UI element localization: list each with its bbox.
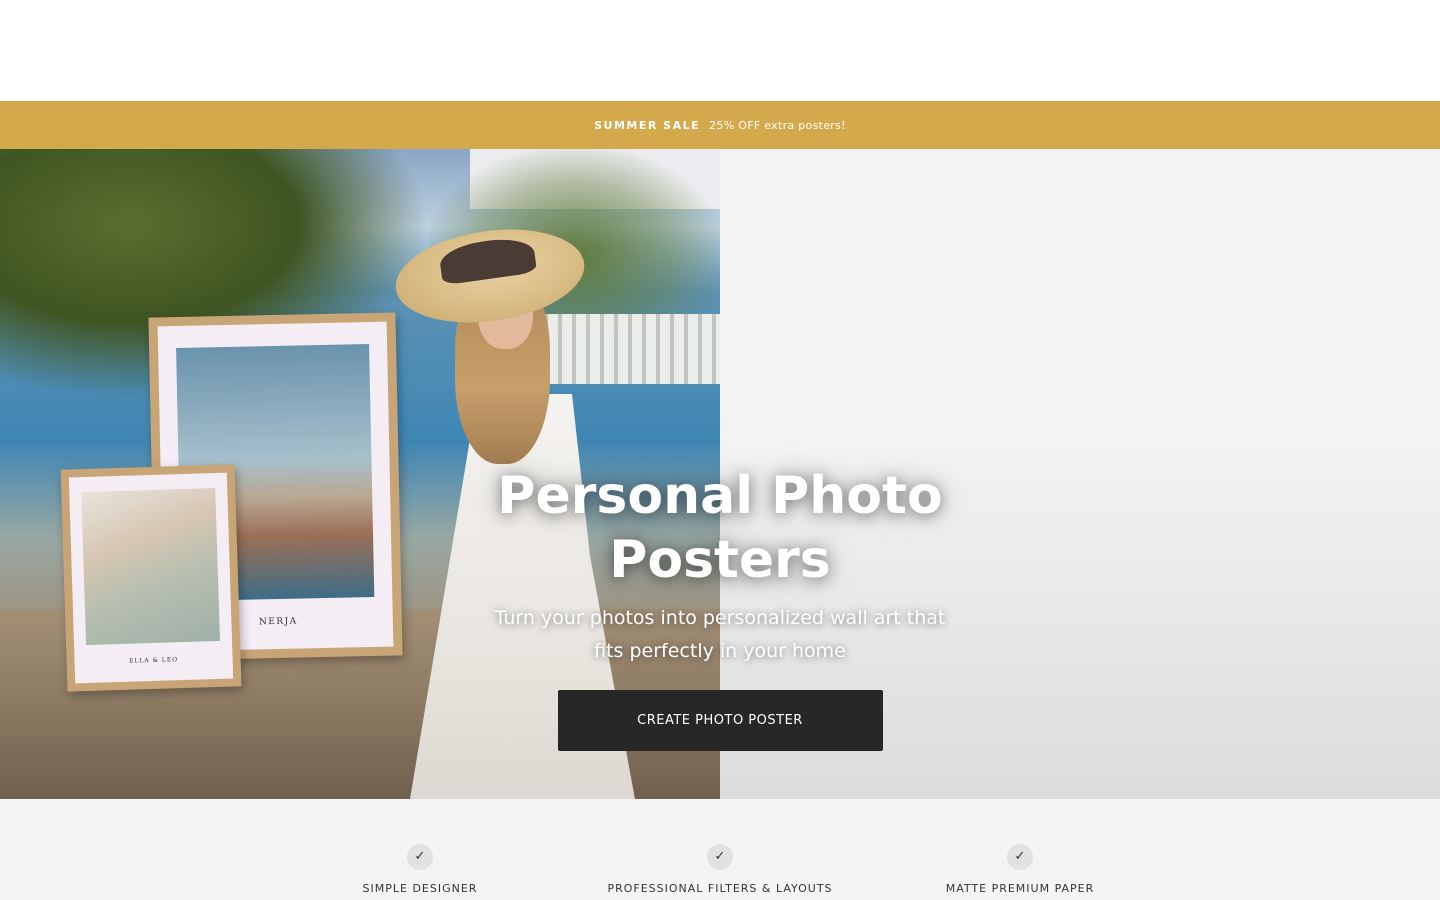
poster-small-caption: ELLA & LEO — [128, 656, 179, 665]
feature-label: SIMPLE DESIGNER — [362, 882, 478, 895]
check-icon: ✓ — [707, 844, 733, 870]
framed-poster-small: ELLA & LEO — [60, 464, 242, 692]
check-icon: ✓ — [407, 844, 433, 870]
feature-matte-paper: ✓ MATTE PREMIUM PAPER — [870, 844, 1170, 895]
promo-text: 25% OFF extra posters! — [709, 118, 846, 132]
hero-title: Personal Photo Posters — [497, 466, 943, 590]
site-header — [0, 0, 1440, 101]
feature-label: PROFESSIONAL FILTERS & LAYOUTS — [607, 882, 833, 895]
poster-small-photo — [81, 487, 221, 646]
feature-simple-designer: ✓ SIMPLE DESIGNER — [270, 844, 570, 895]
features-bar: ✓ SIMPLE DESIGNER ✓ PROFESSIONAL FILTERS… — [0, 799, 1440, 900]
promo-highlight: SUMMER SALE — [594, 118, 701, 132]
check-icon: ✓ — [1007, 844, 1033, 870]
hero-subtitle: Turn your photos into personalized wall … — [494, 607, 946, 662]
feature-label: MATTE PREMIUM PAPER — [945, 882, 1095, 895]
hero-content: Personal Photo Posters Turn your photos … — [470, 464, 970, 751]
feature-professional-filters: ✓ PROFESSIONAL FILTERS & LAYOUTS — [570, 844, 870, 895]
hero-image-balustrade — [520, 314, 720, 384]
promo-banner[interactable]: SUMMER SALE 25% OFF extra posters! — [0, 101, 1440, 149]
create-photo-poster-button[interactable]: CREATE PHOTO POSTER — [557, 690, 883, 751]
hero-section: NERJA ELLA & LEO Personal Photo Posters … — [0, 149, 1440, 799]
